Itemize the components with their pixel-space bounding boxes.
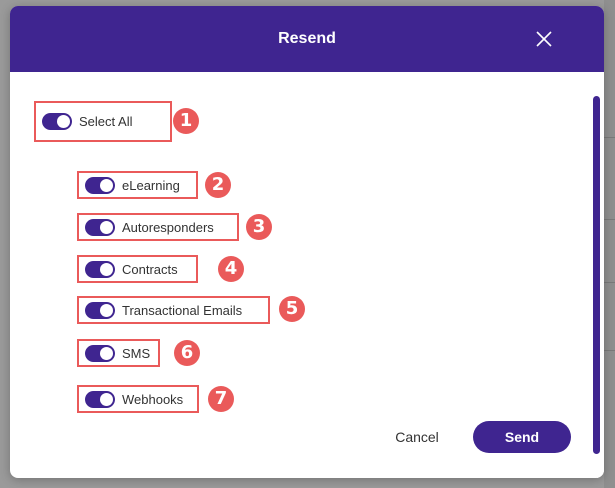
backdrop-divider (604, 282, 615, 283)
elearning-label: eLearning (122, 177, 180, 193)
webhooks-toggle-row: Webhooks (77, 385, 199, 413)
select-all-toggle-row: Select All (34, 101, 172, 142)
annotation-badge-7: 7 (208, 386, 234, 412)
transactional-emails-toggle[interactable] (85, 301, 115, 319)
sms-label: SMS (122, 345, 151, 361)
contracts-toggle-row: Contracts (77, 255, 198, 283)
annotation-badge-1: 1 (173, 108, 199, 134)
toggle-knob (100, 178, 113, 192)
sms-toggle-row: SMS (77, 339, 160, 367)
close-icon (536, 31, 552, 47)
backdrop-divider (604, 350, 615, 351)
autoresponders-toggle[interactable] (85, 218, 115, 236)
toggle-knob (100, 303, 113, 317)
autoresponders-toggle-row: Autoresponders (77, 213, 239, 241)
transactional-emails-toggle-row: Transactional Emails (77, 296, 270, 324)
annotation-badge-6: 6 (174, 340, 200, 366)
toggle-knob (100, 220, 113, 234)
dialog-title: Resend (278, 30, 336, 47)
annotation-badge-5: 5 (279, 296, 305, 322)
autoresponders-label: Autoresponders (122, 219, 214, 235)
scrollbar-thumb[interactable] (593, 96, 600, 454)
toggle-knob (100, 262, 113, 276)
cancel-button[interactable]: Cancel (385, 425, 449, 449)
toggle-knob (100, 392, 113, 406)
annotation-badge-4: 4 (218, 256, 244, 282)
toggle-knob (57, 115, 70, 128)
contracts-toggle[interactable] (85, 260, 115, 278)
sms-toggle[interactable] (85, 344, 115, 362)
backdrop-divider (604, 137, 615, 138)
contracts-label: Contracts (122, 261, 178, 277)
annotation-badge-3: 3 (246, 214, 272, 240)
select-all-toggle[interactable] (42, 113, 72, 130)
close-button[interactable] (534, 29, 554, 49)
webhooks-toggle[interactable] (85, 390, 115, 408)
elearning-toggle-row: eLearning (77, 171, 198, 199)
webhooks-label: Webhooks (122, 391, 184, 407)
transactional-emails-label: Transactional Emails (122, 302, 243, 318)
send-button[interactable]: Send (473, 421, 571, 453)
backdrop-divider (604, 219, 615, 220)
toggle-knob (100, 346, 113, 360)
select-all-label: Select All (79, 114, 133, 129)
resend-dialog: Resend Select All 1 eLearning 2 Autoresp… (10, 6, 604, 478)
annotation-badge-2: 2 (205, 172, 231, 198)
dialog-header: Resend (10, 6, 604, 72)
elearning-toggle[interactable] (85, 176, 115, 194)
page-backdrop (604, 0, 615, 488)
